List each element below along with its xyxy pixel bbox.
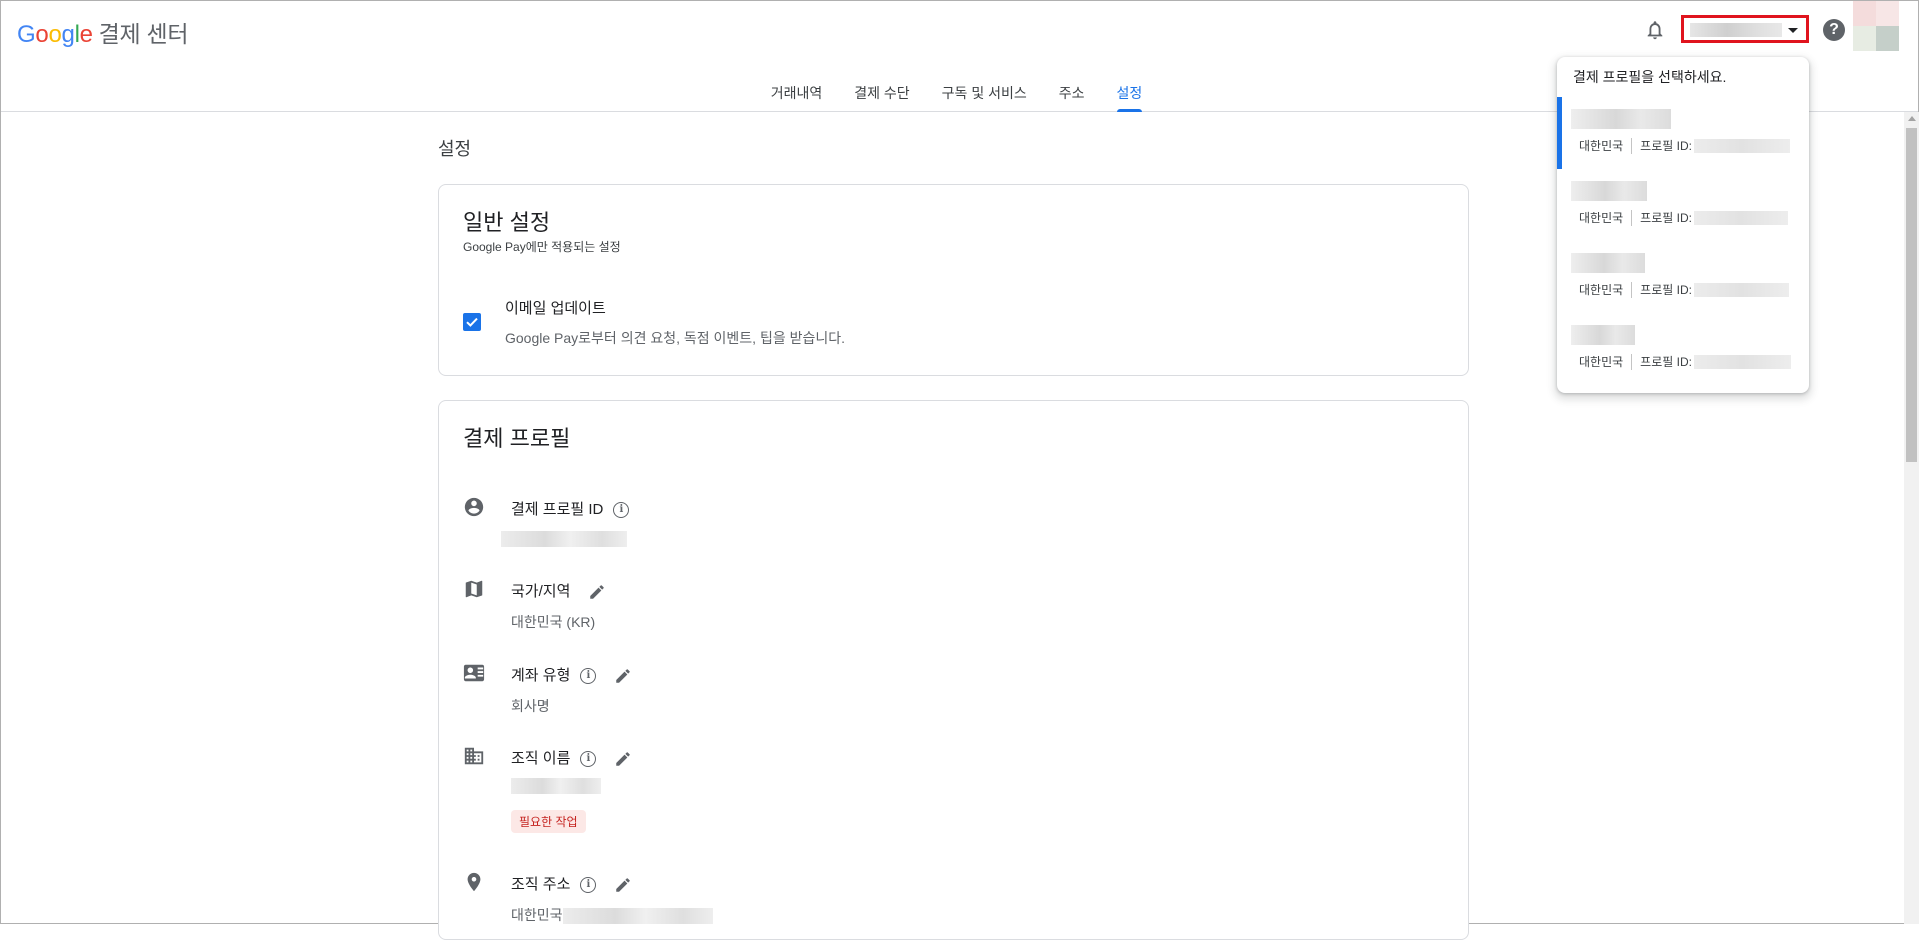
location-pin-icon xyxy=(467,872,481,892)
scrollbar-thumb[interactable] xyxy=(1906,128,1917,462)
dropdown-heading: 결제 프로필을 선택하세요. xyxy=(1573,69,1727,85)
email-updates-title: 이메일 업데이트 xyxy=(505,300,606,317)
profile-id-label: 결제 프로필 ID xyxy=(511,501,604,518)
account-avatar[interactable] xyxy=(1853,1,1899,51)
payment-profile-card: 결제 프로필 결제 프로필 ID i 국가/지역 대한민국 (KR) 계좌 유형 i… xyxy=(438,400,1469,940)
profile-name-redacted xyxy=(1571,253,1645,273)
email-updates-checkbox[interactable] xyxy=(463,313,481,331)
tab-payment-methods[interactable]: 결제 수단 xyxy=(838,83,925,111)
account-type-label: 계좌 유형 xyxy=(511,667,571,684)
action-required-badge[interactable]: 필요한 작업 xyxy=(511,810,586,833)
general-settings-card: 일반 설정 Google Pay에만 적용되는 설정 이메일 업데이트 Goog… xyxy=(438,184,1469,376)
edit-pencil-icon[interactable] xyxy=(614,667,632,685)
page-title: 설정 xyxy=(438,139,472,159)
country-value: 대한민국 (KR) xyxy=(511,614,596,630)
profile-name-redacted xyxy=(1571,181,1647,201)
edit-pencil-icon[interactable] xyxy=(614,876,632,894)
tab-transactions[interactable]: 거래내역 xyxy=(755,83,839,111)
help-icon[interactable]: ? xyxy=(1823,19,1845,41)
profile-id-redacted xyxy=(1693,282,1789,297)
profile-option[interactable]: 대한민국 프로필 ID: xyxy=(1557,313,1809,385)
map-icon xyxy=(465,580,483,598)
info-icon[interactable]: i xyxy=(580,751,597,768)
contact-card-icon xyxy=(463,664,485,682)
page-scrollbar[interactable] xyxy=(1904,112,1919,924)
profile-option[interactable]: 대한민국 프로필 ID: xyxy=(1557,169,1809,241)
profile-id-redacted xyxy=(1693,354,1791,369)
email-updates-description: Google Pay로부터 의견 요청, 독점 이벤트, 팁을 받습니다. xyxy=(505,330,846,346)
country-label: 국가/지역 xyxy=(511,583,571,600)
profile-country: 대한민국 xyxy=(1579,211,1624,225)
profile-id-redacted xyxy=(1693,138,1790,153)
edit-pencil-icon[interactable] xyxy=(614,750,632,768)
org-address-value-prefix: 대한민국 xyxy=(511,907,563,923)
profile-switcher-button[interactable] xyxy=(1681,15,1809,43)
org-name-value-redacted xyxy=(511,778,601,795)
profile-id-label: 프로필 ID: xyxy=(1640,211,1692,225)
info-icon[interactable]: i xyxy=(580,877,597,894)
tab-addresses[interactable]: 주소 xyxy=(1043,83,1101,111)
notification-bell-icon[interactable] xyxy=(1644,19,1666,41)
general-settings-title: 일반 설정 xyxy=(463,210,551,235)
account-circle-icon xyxy=(464,497,484,517)
building-icon xyxy=(464,747,484,765)
org-address-value-redacted xyxy=(562,908,713,925)
profile-country: 대한민국 xyxy=(1579,355,1624,369)
scroll-up-arrow-icon[interactable] xyxy=(1908,116,1916,121)
org-name-label: 조직 이름 xyxy=(511,750,571,767)
profile-country: 대한민국 xyxy=(1579,283,1624,297)
profile-name-redacted xyxy=(1571,109,1671,129)
profile-option[interactable]: 대한민국 프로필 ID: xyxy=(1557,97,1809,169)
profile-dropdown-menu: 결제 프로필을 선택하세요. 대한민국 프로필 ID: 대한민국 프로필 ID: 대… xyxy=(1557,57,1809,393)
profile-option[interactable]: 대한민국 프로필 ID: xyxy=(1557,241,1809,313)
profile-id-label: 프로필 ID: xyxy=(1640,283,1692,297)
profile-id-redacted xyxy=(1693,210,1788,225)
info-icon[interactable]: i xyxy=(580,668,597,685)
profile-name-redacted xyxy=(1690,23,1782,37)
org-address-label: 조직 주소 xyxy=(511,876,571,893)
profile-id-value-redacted xyxy=(501,531,627,548)
dropdown-caret-icon xyxy=(1788,28,1798,33)
tab-subscriptions[interactable]: 구독 및 서비스 xyxy=(926,83,1043,111)
profile-id-label: 프로필 ID: xyxy=(1640,355,1692,369)
info-icon[interactable]: i xyxy=(613,502,630,519)
profile-country: 대한민국 xyxy=(1579,139,1624,153)
product-name: 결제 센터 xyxy=(98,21,189,47)
account-type-value: 회사명 xyxy=(511,698,550,714)
tab-settings[interactable]: 설정 xyxy=(1101,83,1159,112)
profile-id-label: 프로필 ID: xyxy=(1640,139,1692,153)
edit-pencil-icon[interactable] xyxy=(588,583,606,601)
payment-profile-title: 결제 프로필 xyxy=(463,426,571,451)
checkmark-icon xyxy=(466,317,478,327)
general-settings-subtitle: Google Pay에만 적용되는 설정 xyxy=(463,240,621,254)
google-payments-logo[interactable]: Google 결제 센터 xyxy=(17,15,189,49)
profile-name-redacted xyxy=(1571,325,1635,345)
